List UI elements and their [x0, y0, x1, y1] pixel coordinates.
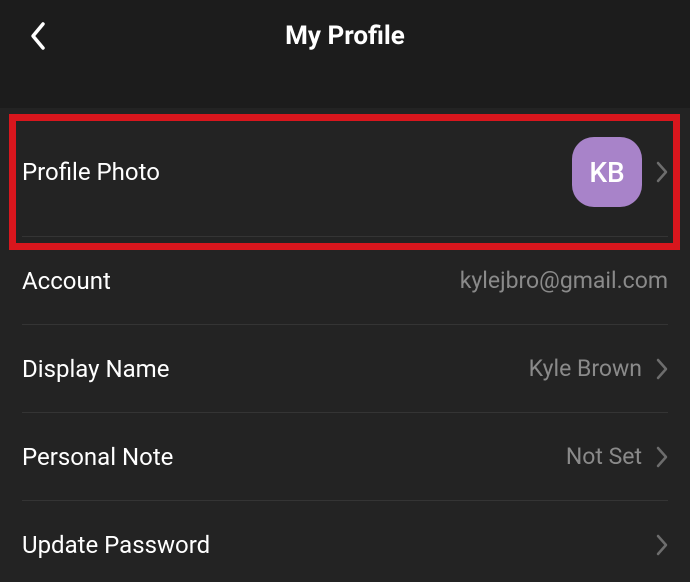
chevron-right-icon: [656, 446, 668, 468]
row-label: Profile Photo: [22, 158, 160, 186]
row-value: kylejbro@gmail.com: [460, 267, 668, 294]
row-display-name[interactable]: Display Name Kyle Brown: [22, 324, 668, 412]
chevron-right-icon: [656, 534, 668, 556]
row-value: Not Set: [566, 443, 642, 470]
avatar: KB: [572, 137, 642, 207]
header-gap: [0, 72, 690, 108]
header: My Profile: [0, 0, 690, 72]
row-label: Display Name: [22, 355, 169, 383]
row-label: Personal Note: [22, 443, 173, 471]
row-personal-note[interactable]: Personal Note Not Set: [22, 412, 668, 500]
row-label: Update Password: [22, 531, 210, 559]
chevron-right-icon: [656, 161, 668, 183]
row-update-password[interactable]: Update Password: [22, 500, 668, 582]
row-right: Kyle Brown: [529, 355, 668, 382]
row-right: Not Set: [566, 443, 668, 470]
row-right: [656, 534, 668, 556]
row-profile-photo[interactable]: Profile Photo KB: [22, 108, 668, 236]
page-title: My Profile: [285, 21, 405, 51]
profile-settings-section: Profile Photo KB Account kylejbro@gmail.…: [0, 108, 690, 582]
row-account[interactable]: Account kylejbro@gmail.com: [22, 236, 668, 324]
row-right: KB: [572, 137, 668, 207]
back-button[interactable]: [18, 16, 58, 56]
chevron-left-icon: [29, 21, 47, 51]
row-right: kylejbro@gmail.com: [460, 267, 668, 294]
chevron-right-icon: [656, 358, 668, 380]
row-label: Account: [22, 267, 111, 295]
row-value: Kyle Brown: [529, 355, 642, 382]
